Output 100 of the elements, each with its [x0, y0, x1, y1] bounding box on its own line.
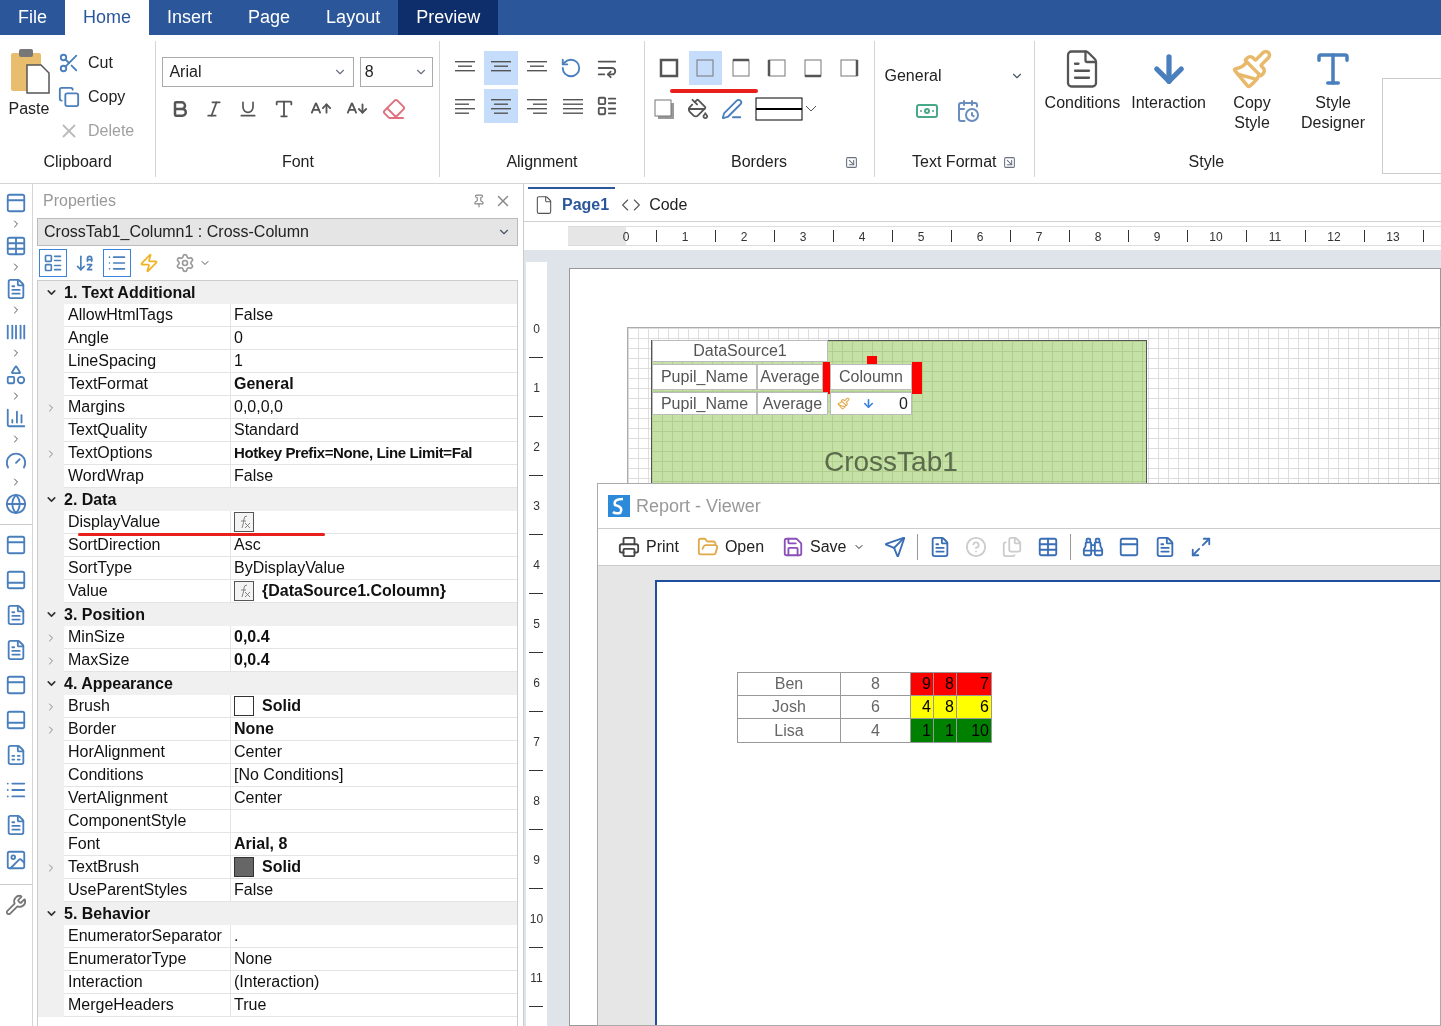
property-value-cell[interactable] — [231, 511, 517, 534]
property-value-cell[interactable]: None — [231, 718, 517, 741]
category-row[interactable]: 4. Appearance — [38, 672, 517, 695]
crosstab-total-cell[interactable]: 0 — [830, 392, 912, 415]
property-value-cell[interactable]: . — [231, 925, 517, 948]
text-document-icon[interactable] — [5, 278, 27, 300]
crosstab-cell[interactable]: Average — [757, 364, 823, 390]
object-selector[interactable]: CrossTab1_Column1 : Cross-Column — [37, 218, 518, 246]
style-button[interactable]: Copy Style — [1217, 45, 1288, 133]
property-value-cell[interactable]: (Interaction) — [231, 971, 517, 994]
style-button[interactable]: Conditions — [1044, 45, 1121, 113]
line-spacing-icon[interactable] — [596, 95, 619, 117]
crosstab-cell[interactable]: Average — [757, 392, 828, 415]
property-value-cell[interactable]: Hotkey Prefix=None, Line Limit=Fal — [231, 442, 517, 465]
clipboard-button[interactable]: Copy — [58, 83, 135, 111]
document-tab[interactable]: Code — [615, 187, 694, 221]
border-icon — [658, 57, 680, 79]
property-value-cell[interactable]: General — [231, 373, 517, 396]
dialog-launcher-icon[interactable] — [844, 155, 858, 169]
selection-handle[interactable] — [867, 356, 877, 364]
clipboard-button[interactable]: Cut — [58, 49, 135, 77]
ribbon-tab[interactable]: Preview — [398, 0, 499, 35]
category-row[interactable]: 2. Data — [38, 488, 517, 511]
colored-table-cell: 8 — [934, 673, 957, 695]
property-value-cell[interactable]: 0,0.4 — [231, 649, 517, 672]
property-value-cell[interactable]: Asc — [231, 534, 517, 557]
category-row[interactable]: 5. Behavior — [38, 902, 517, 925]
table-icon[interactable] — [5, 235, 27, 257]
category-row[interactable]: 1. Text Additional — [38, 281, 517, 304]
settings-icon[interactable] — [175, 253, 195, 273]
style-button[interactable]: Style Designer — [1298, 45, 1369, 133]
category-row[interactable]: 3. Position — [38, 603, 517, 626]
text-icon[interactable] — [5, 604, 27, 626]
ribbon-tab[interactable]: Insert — [149, 0, 231, 35]
property-value-cell[interactable]: False — [231, 304, 517, 327]
property-value-cell[interactable]: Solid — [231, 856, 517, 879]
property-value: {DataSource1.Coloumn} — [262, 581, 447, 601]
panel-icon[interactable] — [5, 192, 27, 214]
font-family-combobox[interactable]: Arial — [162, 57, 354, 87]
toolbar-button[interactable]: Print — [614, 532, 683, 562]
property-value-cell[interactable]: None — [231, 948, 517, 971]
property-value-cell[interactable] — [231, 810, 517, 833]
crosstab-cell[interactable]: DataSource1 — [652, 340, 828, 362]
property-value-cell[interactable]: Solid — [231, 695, 517, 718]
property-value-cell[interactable]: Center — [231, 741, 517, 764]
band-icon[interactable] — [5, 569, 27, 591]
eraser-icon[interactable] — [382, 97, 407, 121]
pen-icon[interactable] — [720, 98, 743, 120]
dialog-launcher-icon[interactable] — [1003, 155, 1017, 169]
property-value-cell[interactable]: [No Conditions] — [231, 764, 517, 787]
text-icon[interactable] — [5, 639, 27, 661]
property-value-cell[interactable]: 0,0,0,0 — [231, 396, 517, 419]
selection-handle[interactable] — [912, 362, 922, 394]
bar-chart-icon[interactable] — [5, 407, 27, 429]
property-value-cell[interactable]: Center — [231, 787, 517, 810]
property-value-cell[interactable]: ByDisplayValue — [231, 557, 517, 580]
ribbon-tab[interactable]: Page — [230, 0, 309, 35]
wrench-icon[interactable] — [5, 894, 27, 916]
line-style-icon[interactable] — [754, 97, 817, 121]
globe-icon[interactable] — [5, 493, 27, 515]
view-toggle[interactable] — [103, 249, 131, 277]
ribbon-tab[interactable]: File — [0, 0, 65, 35]
property-value-cell[interactable]: 1 — [231, 350, 517, 373]
property-value-cell[interactable]: 0,0.4 — [231, 626, 517, 649]
property-value-cell[interactable]: Standard — [231, 419, 517, 442]
shapes-icon[interactable] — [5, 364, 27, 386]
toolbar-button[interactable]: Save — [778, 532, 869, 562]
image-icon[interactable] — [5, 849, 27, 871]
property-value-cell[interactable]: False — [231, 879, 517, 902]
paint-bucket-icon[interactable] — [686, 98, 709, 120]
toolbar-button[interactable]: Open — [692, 532, 769, 562]
band-icon[interactable] — [5, 674, 27, 696]
property-value-cell[interactable]: False — [231, 465, 517, 488]
property-value-cell[interactable]: True — [231, 994, 517, 1017]
fx-icon[interactable] — [234, 581, 254, 601]
crosstab-cell[interactable]: Pupil_Name — [652, 392, 757, 415]
format-combobox[interactable]: General — [884, 63, 1025, 89]
property-value-cell[interactable]: {DataSource1.Coloumn} — [231, 580, 517, 603]
rotate-icon[interactable] — [560, 57, 583, 79]
style-button[interactable]: Interaction — [1131, 45, 1206, 113]
vertical-align-button[interactable] — [484, 51, 519, 85]
crosstab-cell[interactable]: Pupil_Name — [652, 364, 757, 390]
property-value-cell[interactable]: 0 — [231, 327, 517, 350]
band-icon[interactable] — [5, 534, 27, 556]
view-toggle[interactable] — [39, 249, 67, 277]
shadow-icon[interactable] — [652, 98, 675, 120]
font-size-combobox[interactable]: 8 — [359, 57, 434, 87]
ribbon-tab[interactable]: Layout — [308, 0, 399, 35]
ribbon-tab[interactable]: Home — [65, 0, 150, 35]
table-icon[interactable] — [5, 744, 27, 766]
ruler-number: 12 — [1326, 229, 1342, 246]
pin-icon[interactable] — [472, 194, 486, 208]
horizontal-align-button[interactable] — [484, 89, 519, 123]
text-icon[interactable] — [5, 814, 27, 836]
crosstab-cell[interactable]: Coloumn — [830, 364, 912, 390]
paste-button[interactable]: Paste — [0, 45, 58, 147]
band-icon[interactable] — [5, 709, 27, 731]
selection-handle[interactable] — [823, 362, 830, 394]
property-value-cell[interactable]: Arial, 8 — [231, 833, 517, 856]
fx-icon[interactable] — [234, 512, 254, 532]
